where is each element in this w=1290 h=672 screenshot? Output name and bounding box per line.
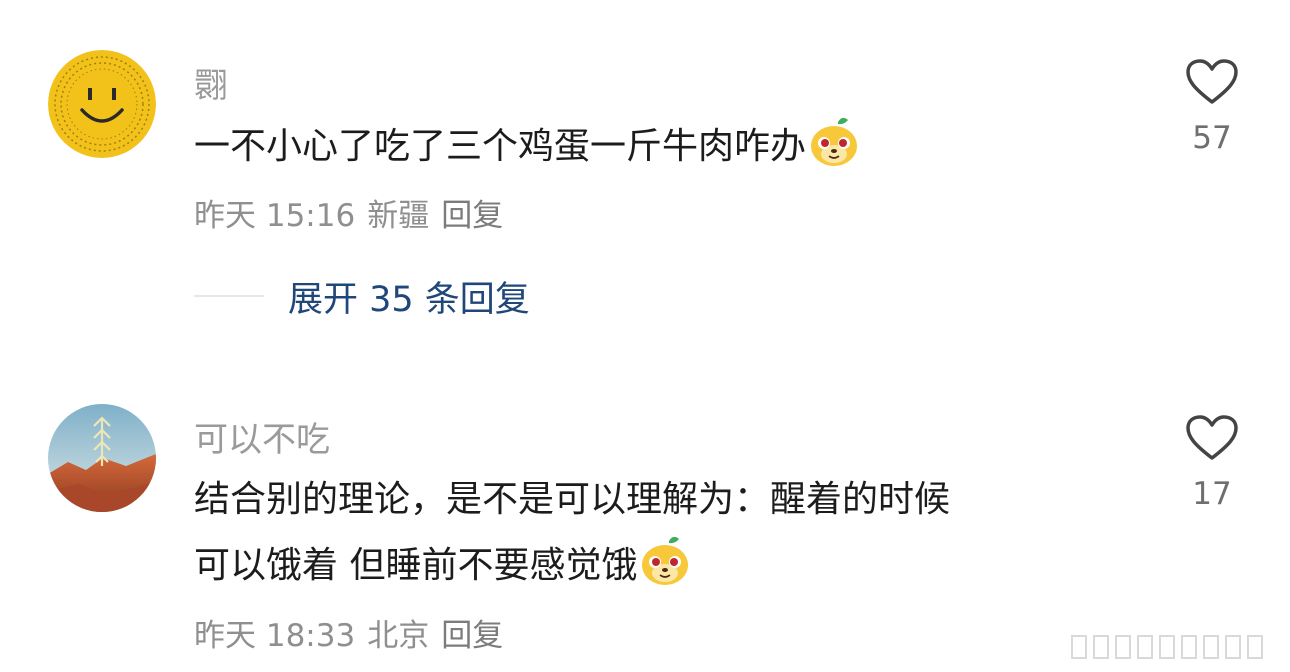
comment-time: 昨天 18:33	[194, 618, 356, 654]
comment-time: 昨天 15:16	[194, 198, 356, 234]
desert-landscape-avatar-icon	[48, 404, 156, 512]
like-area: 57	[1182, 58, 1242, 156]
comment-text: 一不小心了吃了三个鸡蛋一斤牛肉咋办	[194, 114, 860, 180]
comment-location: 北京	[367, 618, 430, 654]
cute-dog-emoji-icon	[811, 117, 858, 166]
comment-meta: 昨天 18:33 北京 回复	[194, 610, 515, 655]
expand-replies-link[interactable]: 展开 35 条回复	[288, 271, 530, 322]
comment-meta: 昨天 15:16 新疆 回复	[194, 190, 515, 235]
username[interactable]: 翾	[194, 58, 228, 107]
cute-dog-emoji-icon	[642, 536, 689, 585]
divider	[194, 295, 264, 297]
comment-text-content: 一不小心了吃了三个鸡蛋一斤牛肉咋办	[194, 126, 807, 167]
comment-location: 新疆	[367, 198, 430, 234]
reply-button[interactable]: 回复	[441, 198, 503, 234]
watermark-bars-icon	[1071, 635, 1263, 659]
username[interactable]: 可以不吃	[194, 412, 330, 461]
smiley-face-avatar-icon	[48, 50, 156, 158]
heart-icon[interactable]	[1185, 414, 1239, 462]
user-avatar[interactable]	[48, 50, 156, 158]
user-avatar[interactable]	[48, 404, 156, 512]
heart-icon[interactable]	[1185, 58, 1239, 106]
watermark-graphic	[1070, 632, 1278, 662]
like-count: 17	[1192, 476, 1232, 512]
reply-button[interactable]: 回复	[441, 618, 503, 654]
like-area: 17	[1182, 414, 1242, 512]
expand-replies[interactable]: 展开 35 条回复	[194, 272, 530, 320]
comment-text-line: 结合别的理论，是不是可以理解为：醒着的时候	[194, 479, 951, 520]
comment-text-content: 可以饿着 但睡前不要感觉饿	[194, 545, 638, 586]
comment-text: 结合别的理论，是不是可以理解为：醒着的时候 可以饿着 但睡前不要感觉饿	[194, 467, 950, 599]
like-count: 57	[1192, 120, 1232, 156]
comment-text-line: 可以饿着 但睡前不要感觉饿	[194, 533, 950, 599]
